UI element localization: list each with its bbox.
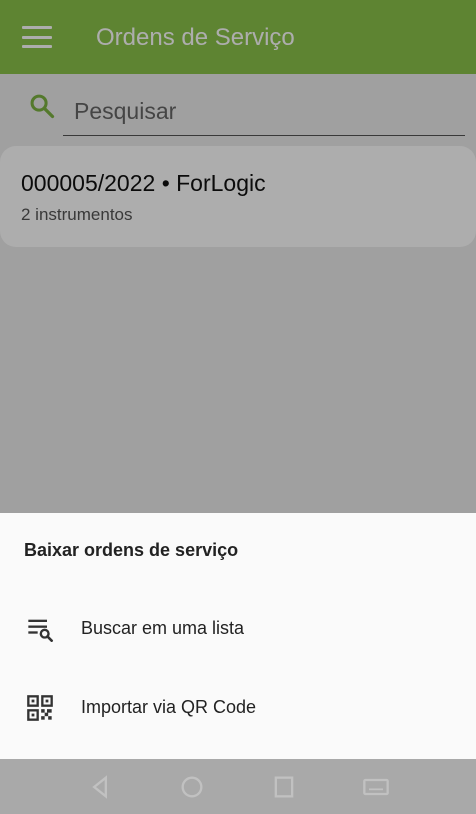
recents-icon[interactable] <box>270 773 298 801</box>
qr-import-label: Importar via QR Code <box>81 697 257 717</box>
search-list-label: Buscar em uma lista <box>81 618 245 638</box>
home-icon[interactable] <box>178 773 206 801</box>
qr-code-icon <box>27 695 53 721</box>
bottom-sheet: Baixar ordens de serviço Buscar em uma l… <box>0 513 476 759</box>
keyboard-icon[interactable] <box>362 773 390 801</box>
search-list-option[interactable]: Buscar em uma lista <box>0 593 476 663</box>
system-nav-bar <box>0 759 476 814</box>
qr-import-option[interactable]: Importar via QR Code <box>0 672 476 742</box>
list-search-icon <box>28 619 53 642</box>
back-icon[interactable] <box>86 773 114 801</box>
sheet-title: Baixar ordens de serviço <box>24 540 239 560</box>
